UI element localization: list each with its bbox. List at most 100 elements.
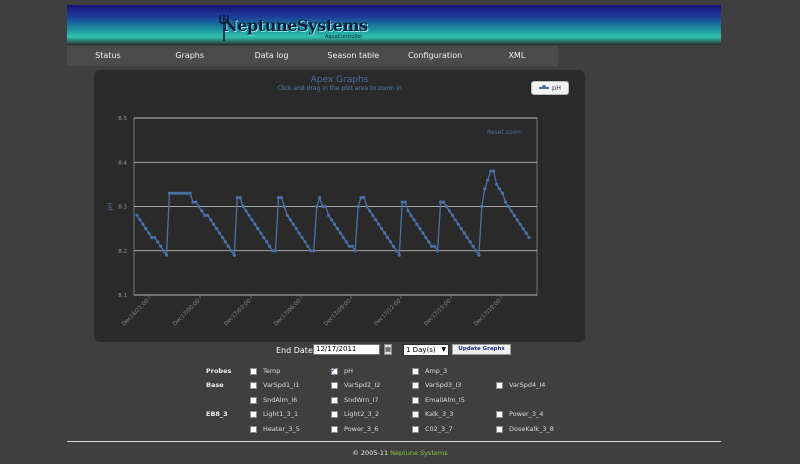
ph-data-point — [368, 209, 372, 213]
end-date-input[interactable]: 12/17/2011 — [313, 344, 380, 355]
probe-checkbox-item[interactable]: Temp — [250, 366, 280, 376]
legend-ph-button[interactable]: pH — [531, 81, 569, 95]
ph-data-point — [509, 209, 513, 213]
checkbox[interactable] — [250, 425, 257, 433]
footer-divider — [67, 441, 721, 442]
checkbox[interactable] — [250, 367, 257, 375]
checkbox[interactable] — [412, 396, 419, 404]
checkbox[interactable] — [412, 381, 419, 389]
nav-graphs[interactable]: Graphs — [149, 46, 231, 66]
checkbox[interactable] — [412, 425, 419, 433]
ph-data-point — [427, 240, 431, 244]
ph-chart[interactable]: 8.1 8.2 8.3 8.4 8.5 pH Dec16/21:00 Dec17/00:00 D… — [94, 70, 585, 342]
x-tick-label: Dec17/03:00 — [223, 298, 253, 328]
ph-data-point — [156, 240, 160, 244]
probe-checkbox-item[interactable]: VarSpd4_I4 — [496, 380, 545, 390]
ph-data-point — [173, 191, 177, 195]
x-tick-label: Dec16/21:00 — [121, 298, 151, 328]
checkbox[interactable] — [412, 367, 419, 375]
ph-data-point — [362, 196, 366, 200]
probe-checkbox-item[interactable]: Power_3_4 — [496, 409, 543, 419]
ph-data-point — [397, 253, 401, 257]
probe-checkbox-item[interactable]: VarSpd1_I1 — [250, 380, 299, 390]
probe-checkbox-item[interactable]: Kalk_3_3 — [412, 409, 453, 419]
ph-data-point — [271, 249, 275, 253]
nav-xml[interactable]: XML — [476, 46, 558, 66]
probe-checkbox-item[interactable]: DoseKalk_3_8 — [496, 424, 554, 434]
ph-data-point — [215, 227, 219, 231]
checkbox[interactable] — [250, 396, 257, 404]
ph-data-point — [418, 227, 422, 231]
ph-data-point — [138, 218, 142, 222]
checkbox[interactable] — [496, 381, 503, 389]
probe-checkbox-item[interactable]: Light1_3_1 — [250, 409, 298, 419]
ph-data-point — [159, 244, 163, 248]
ph-data-point — [206, 213, 210, 217]
ph-data-point — [324, 204, 328, 209]
calendar-icon[interactable]: ▦ — [384, 344, 392, 355]
nav-status[interactable]: Status — [67, 46, 149, 66]
ph-data-point — [503, 200, 507, 204]
probe-checkbox-item[interactable]: EmailAlm_I5 — [412, 395, 465, 405]
checkbox-label: VarSpd3_I3 — [425, 381, 462, 389]
reset-zoom-button[interactable]: Reset zoom — [487, 129, 522, 136]
checkbox-label: Power_3_4 — [509, 410, 544, 418]
checkbox[interactable] — [331, 366, 338, 375]
ph-data-point — [341, 235, 345, 240]
ph-data-point — [459, 227, 463, 231]
y-tick-label: 8.3 — [118, 205, 127, 211]
checkbox[interactable] — [250, 381, 257, 389]
ph-data-point — [197, 204, 201, 209]
ph-data-point — [135, 213, 139, 217]
update-graphs-button[interactable]: Update Graphs — [452, 344, 511, 355]
x-tick-label: Dec17/06:00 — [273, 298, 303, 328]
checkbox-label: VarSpd1_I1 — [263, 381, 300, 389]
probe-checkbox-item[interactable]: Heater_3_5 — [250, 424, 300, 434]
ph-data-point — [259, 231, 263, 235]
ph-data-point — [212, 222, 216, 226]
ph-data-point — [285, 213, 289, 217]
footer-link[interactable]: Neptune Systems — [390, 449, 447, 457]
ph-data-point — [492, 169, 496, 173]
graph-panel: 8.1 8.2 8.3 8.4 8.5 pH Dec16/21:00 Dec17/00:00 D… — [94, 70, 585, 342]
range-select[interactable]: 1 Day(s) ▼ — [403, 344, 449, 356]
ph-data-point — [468, 240, 472, 244]
nav-season-table[interactable]: Season table — [312, 46, 394, 66]
ph-data-point — [489, 169, 493, 173]
probe-checkbox-item[interactable]: SndAlm_I6 — [250, 395, 297, 405]
checkbox[interactable] — [250, 410, 257, 418]
probe-checkbox-item[interactable]: Amp_3 — [412, 366, 447, 376]
ph-data-point — [150, 235, 154, 240]
ph-data-point — [424, 235, 428, 240]
ph-data-point — [247, 213, 251, 217]
checkbox[interactable] — [331, 410, 338, 418]
checkbox[interactable] — [412, 410, 419, 418]
ph-data-point — [256, 227, 260, 231]
ph-data-point — [312, 249, 316, 253]
ph-data-point — [512, 213, 516, 217]
nav-configuration[interactable]: Configuration — [394, 46, 476, 66]
ph-data-point — [524, 231, 528, 235]
ph-data-point — [450, 213, 454, 217]
checkbox[interactable] — [331, 381, 338, 389]
probe-checkbox-item[interactable]: SndWrn_I7 — [331, 395, 379, 405]
checkbox[interactable] — [331, 425, 338, 433]
probe-checkbox-item[interactable]: VarSpd3_I3 — [412, 380, 461, 390]
probe-checkbox-item[interactable]: pH — [331, 366, 353, 376]
checkbox[interactable] — [496, 425, 503, 433]
checkbox[interactable] — [496, 410, 503, 418]
x-tick-label: Dec17/00:00 — [172, 298, 202, 328]
probe-checkbox-item[interactable]: VarSpd2_I2 — [331, 380, 380, 390]
probe-checkbox-item[interactable]: Light2_3_2 — [331, 409, 379, 419]
footer-copyright: © 2005-11 — [352, 449, 389, 457]
ph-data-point — [185, 191, 189, 195]
checkbox[interactable] — [331, 396, 338, 404]
main-nav: Status Graphs Data log Season table Conf… — [67, 46, 558, 66]
ph-data-point — [209, 218, 213, 222]
probe-checkbox-item[interactable]: Power_3_6 — [331, 424, 378, 434]
probe-checkbox-item[interactable]: C02_3_7 — [412, 424, 453, 434]
footer: © 2005-11 Neptune Systems — [0, 449, 800, 457]
nav-data-log[interactable]: Data log — [231, 46, 313, 66]
checkbox-label: SndAlm_I6 — [263, 396, 298, 404]
ph-data-point — [200, 209, 204, 213]
